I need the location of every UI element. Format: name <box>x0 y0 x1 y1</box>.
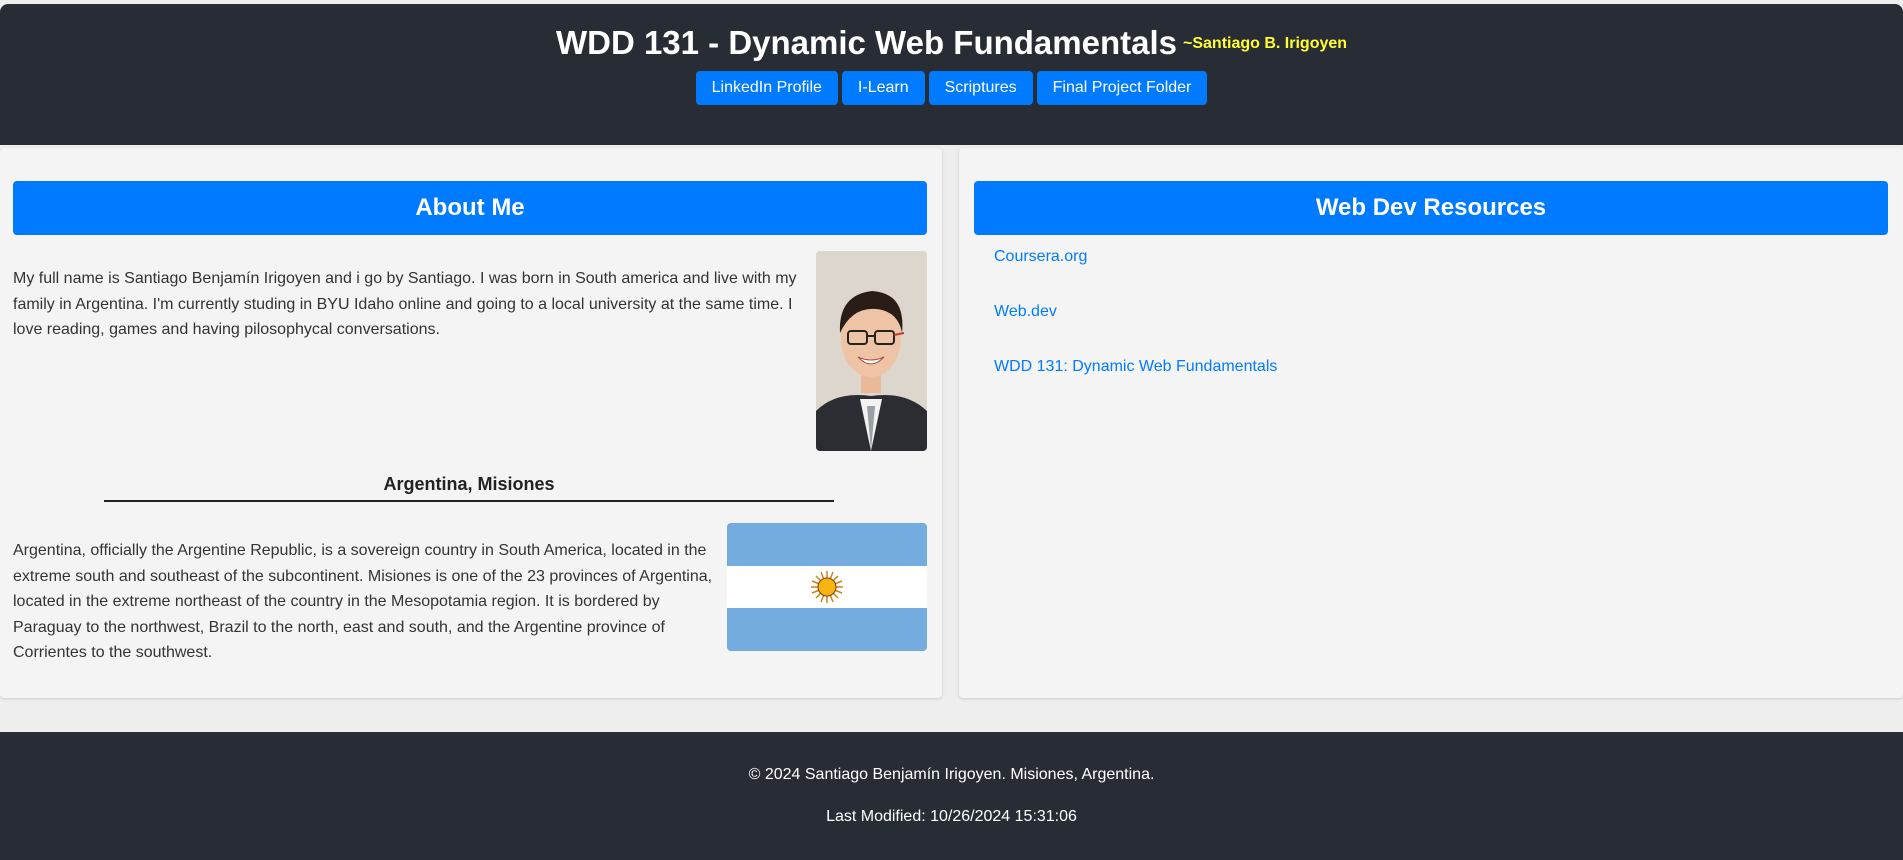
argentina-flag-icon <box>727 523 927 651</box>
site-header: WDD 131 - Dynamic Web Fundamentals ~Santi… <box>0 4 1903 145</box>
nav-scriptures[interactable]: Scriptures <box>928 71 1033 105</box>
page-title: WDD 131 - Dynamic Web Fundamentals <box>555 24 1177 61</box>
profile-photo <box>816 251 927 451</box>
main-nav: LinkedIn Profile I-Learn Scriptures Fina… <box>0 71 1903 105</box>
profile-photo-icon <box>816 251 927 451</box>
author-name: ~Santiago B. Irigoyen <box>1183 35 1348 52</box>
location-text: Argentina, officially the Argentine Repu… <box>13 542 713 661</box>
link-web-dev[interactable]: Web.dev <box>994 303 1057 320</box>
nav-linkedin-profile[interactable]: LinkedIn Profile <box>695 71 838 105</box>
link-coursera[interactable]: Coursera.org <box>994 248 1087 265</box>
nav-final-project-folder[interactable]: Final Project Folder <box>1036 71 1208 105</box>
resources-card: Web Dev Resources Coursera.org Web.dev W… <box>959 148 1903 698</box>
about-me-heading: About Me <box>13 181 927 235</box>
resources-list: Coursera.org Web.dev WDD 131: Dynamic We… <box>994 248 1277 413</box>
list-item: Web.dev <box>994 303 1277 358</box>
nav-i-learn[interactable]: I-Learn <box>841 71 925 105</box>
last-modified-text: Last Modified: 10/26/2024 15:31:06 <box>826 808 1077 825</box>
resources-heading: Web Dev Resources <box>974 181 1888 235</box>
about-me-card: About Me My full name is Santiago Benjam… <box>0 148 942 698</box>
argentina-flag <box>727 523 927 651</box>
link-wdd-131[interactable]: WDD 131: Dynamic Web Fundamentals <box>994 358 1277 375</box>
about-me-text: My full name is Santiago Benjamín Irigoy… <box>13 270 797 338</box>
copyright-text: © 2024 Santiago Benjamín Irigoyen. Misio… <box>748 766 1155 783</box>
location-heading: Argentina, Misiones <box>104 474 834 502</box>
site-footer: © 2024 Santiago Benjamín Irigoyen. Misio… <box>0 732 1903 860</box>
list-item: WDD 131: Dynamic Web Fundamentals <box>994 358 1277 413</box>
title-row: WDD 131 - Dynamic Web Fundamentals ~Santi… <box>0 24 1903 62</box>
list-item: Coursera.org <box>994 248 1277 303</box>
